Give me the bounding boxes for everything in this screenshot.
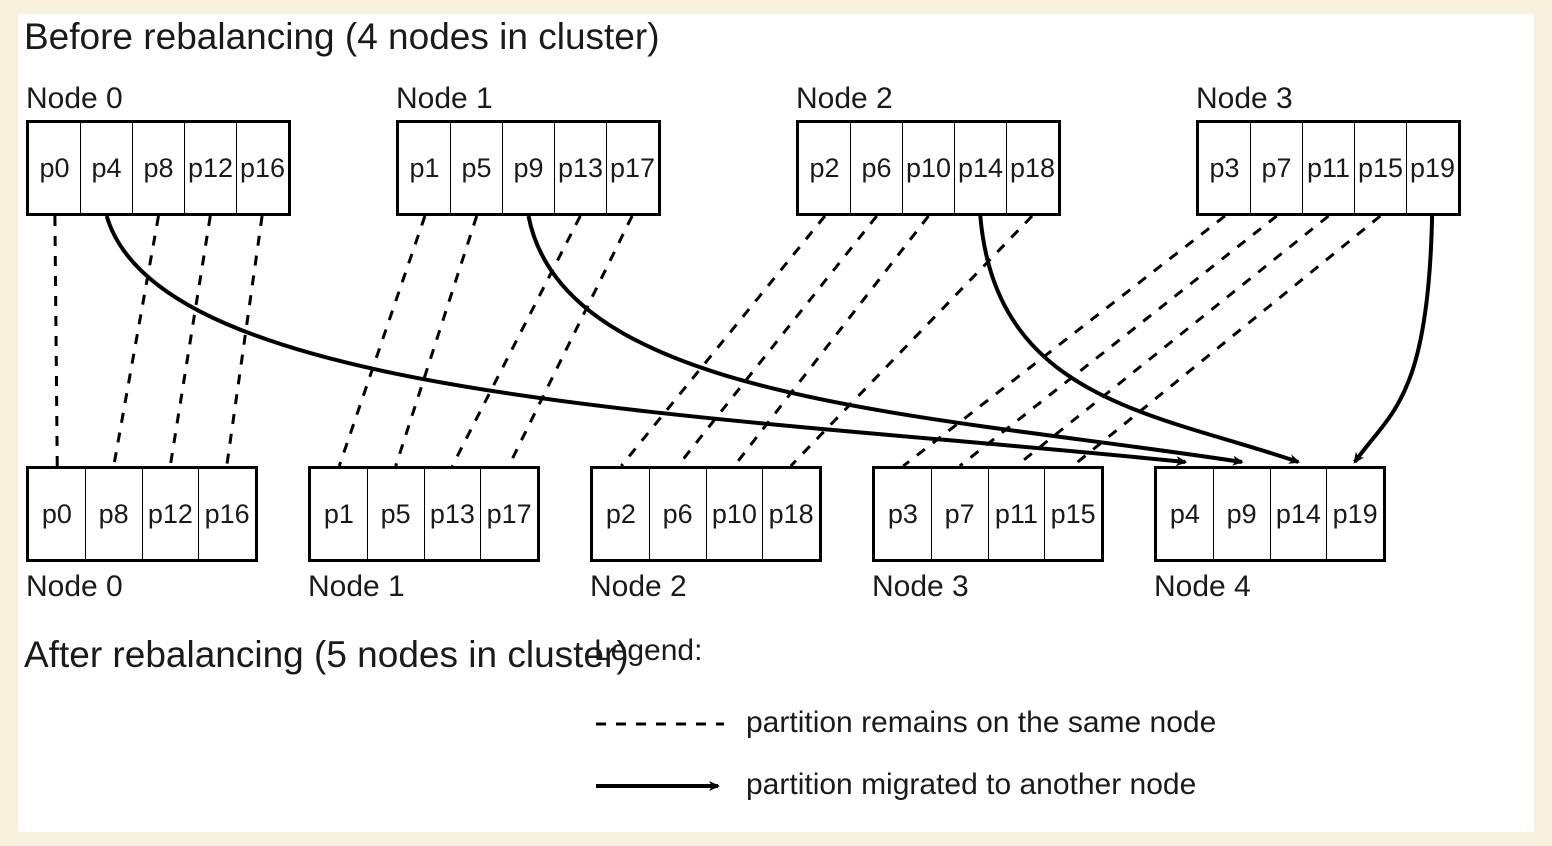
after-node-3-label: Node 3	[872, 570, 969, 604]
stay-line	[791, 216, 1032, 466]
after-node-0-partition-0: p0	[29, 469, 85, 559]
stay-line	[114, 216, 159, 466]
before-node-1-partition-4: p17	[606, 123, 658, 213]
before-node-0-partition-4: p16	[236, 123, 288, 213]
before-node-2-partition-0: p2	[799, 123, 850, 213]
after-node-2-box: p2p6p10p18	[590, 466, 822, 562]
migrate-arrow-2	[980, 216, 1298, 462]
after-node-3-partition-1: p7	[931, 469, 988, 559]
before-node-2-label: Node 2	[796, 82, 893, 116]
after-node-3-box: p3p7p11p15	[872, 466, 1104, 562]
after-node-1-partition-0: p1	[311, 469, 367, 559]
stay-line	[339, 216, 425, 466]
before-node-1-label: Node 1	[396, 82, 493, 116]
before-node-3-partition-4: p19	[1406, 123, 1458, 213]
stay-line	[1016, 216, 1328, 466]
title-after: After rebalancing (5 nodes in cluster)	[24, 634, 629, 676]
stay-line	[170, 216, 210, 466]
before-node-0-box: p0p4p8p12p16	[26, 120, 291, 216]
stay-line	[55, 216, 57, 466]
stay-line	[960, 216, 1277, 466]
stay-line	[1073, 216, 1381, 466]
after-node-0-partition-2: p12	[142, 469, 199, 559]
before-node-1-partition-3: p13	[554, 123, 606, 213]
before-node-2-partition-3: p14	[954, 123, 1006, 213]
after-node-3-partition-2: p11	[988, 469, 1045, 559]
after-node-2-partition-3: p18	[762, 469, 819, 559]
after-node-4-partition-3: p19	[1326, 469, 1383, 559]
before-node-2-box: p2p6p10p14p18	[796, 120, 1061, 216]
before-node-0-partition-3: p12	[184, 123, 236, 213]
before-node-2-partition-4: p18	[1006, 123, 1058, 213]
before-node-1-partition-0: p1	[399, 123, 450, 213]
before-node-2-partition-2: p10	[902, 123, 954, 213]
title-before: Before rebalancing (4 nodes in cluster)	[24, 16, 660, 58]
migrate-arrow-0	[107, 216, 1186, 462]
after-node-0-box: p0p8p12p16	[26, 466, 258, 562]
after-node-1-partition-1: p5	[367, 469, 424, 559]
legend-stay-text: partition remains on the same node	[746, 706, 1216, 740]
stay-line	[621, 216, 825, 466]
after-node-3-partition-0: p3	[875, 469, 931, 559]
before-node-0-partition-1: p4	[80, 123, 132, 213]
after-node-3-partition-3: p15	[1044, 469, 1101, 559]
before-node-0-partition-0: p0	[29, 123, 80, 213]
migrate-arrow-1	[529, 216, 1242, 462]
legend-migrate-text: partition migrated to another node	[746, 768, 1196, 802]
diagram-frame: Before rebalancing (4 nodes in cluster) …	[0, 0, 1552, 846]
after-node-1-partition-3: p17	[480, 469, 537, 559]
stay-line	[396, 216, 477, 466]
after-node-0-label: Node 0	[26, 570, 123, 604]
before-node-1-partition-2: p9	[502, 123, 554, 213]
before-node-3-partition-3: p15	[1354, 123, 1406, 213]
after-node-0-partition-1: p8	[85, 469, 142, 559]
after-node-1-label: Node 1	[308, 570, 405, 604]
after-node-0-partition-3: p16	[198, 469, 255, 559]
after-node-2-partition-2: p10	[706, 469, 763, 559]
after-node-4-partition-0: p4	[1157, 469, 1213, 559]
before-node-1-partition-1: p5	[450, 123, 502, 213]
legend-title: Legend:	[594, 634, 702, 668]
migrate-arrow-3	[1355, 216, 1432, 462]
after-node-2-label: Node 2	[590, 570, 687, 604]
after-node-4-box: p4p9p14p19	[1154, 466, 1386, 562]
before-node-3-box: p3p7p11p15p19	[1196, 120, 1461, 216]
stay-line	[903, 216, 1225, 466]
before-node-3-label: Node 3	[1196, 82, 1293, 116]
before-node-3-partition-0: p3	[1199, 123, 1250, 213]
stay-line	[678, 216, 877, 466]
after-node-1-box: p1p5p13p17	[308, 466, 540, 562]
stay-line	[734, 216, 928, 466]
diagram-canvas: Before rebalancing (4 nodes in cluster) …	[18, 14, 1534, 832]
before-node-1-box: p1p5p9p13p17	[396, 120, 661, 216]
stay-line	[227, 216, 262, 466]
stay-line	[509, 216, 632, 466]
after-node-2-partition-0: p2	[593, 469, 649, 559]
before-node-2-partition-1: p6	[850, 123, 902, 213]
after-node-2-partition-1: p6	[649, 469, 706, 559]
before-node-3-partition-2: p11	[1302, 123, 1354, 213]
before-node-0-label: Node 0	[26, 82, 123, 116]
before-node-3-partition-1: p7	[1250, 123, 1302, 213]
stay-line	[452, 216, 580, 466]
after-node-4-partition-2: p14	[1270, 469, 1327, 559]
after-node-1-partition-2: p13	[424, 469, 481, 559]
after-node-4-partition-1: p9	[1213, 469, 1270, 559]
after-node-4-label: Node 4	[1154, 570, 1251, 604]
before-node-0-partition-2: p8	[132, 123, 184, 213]
